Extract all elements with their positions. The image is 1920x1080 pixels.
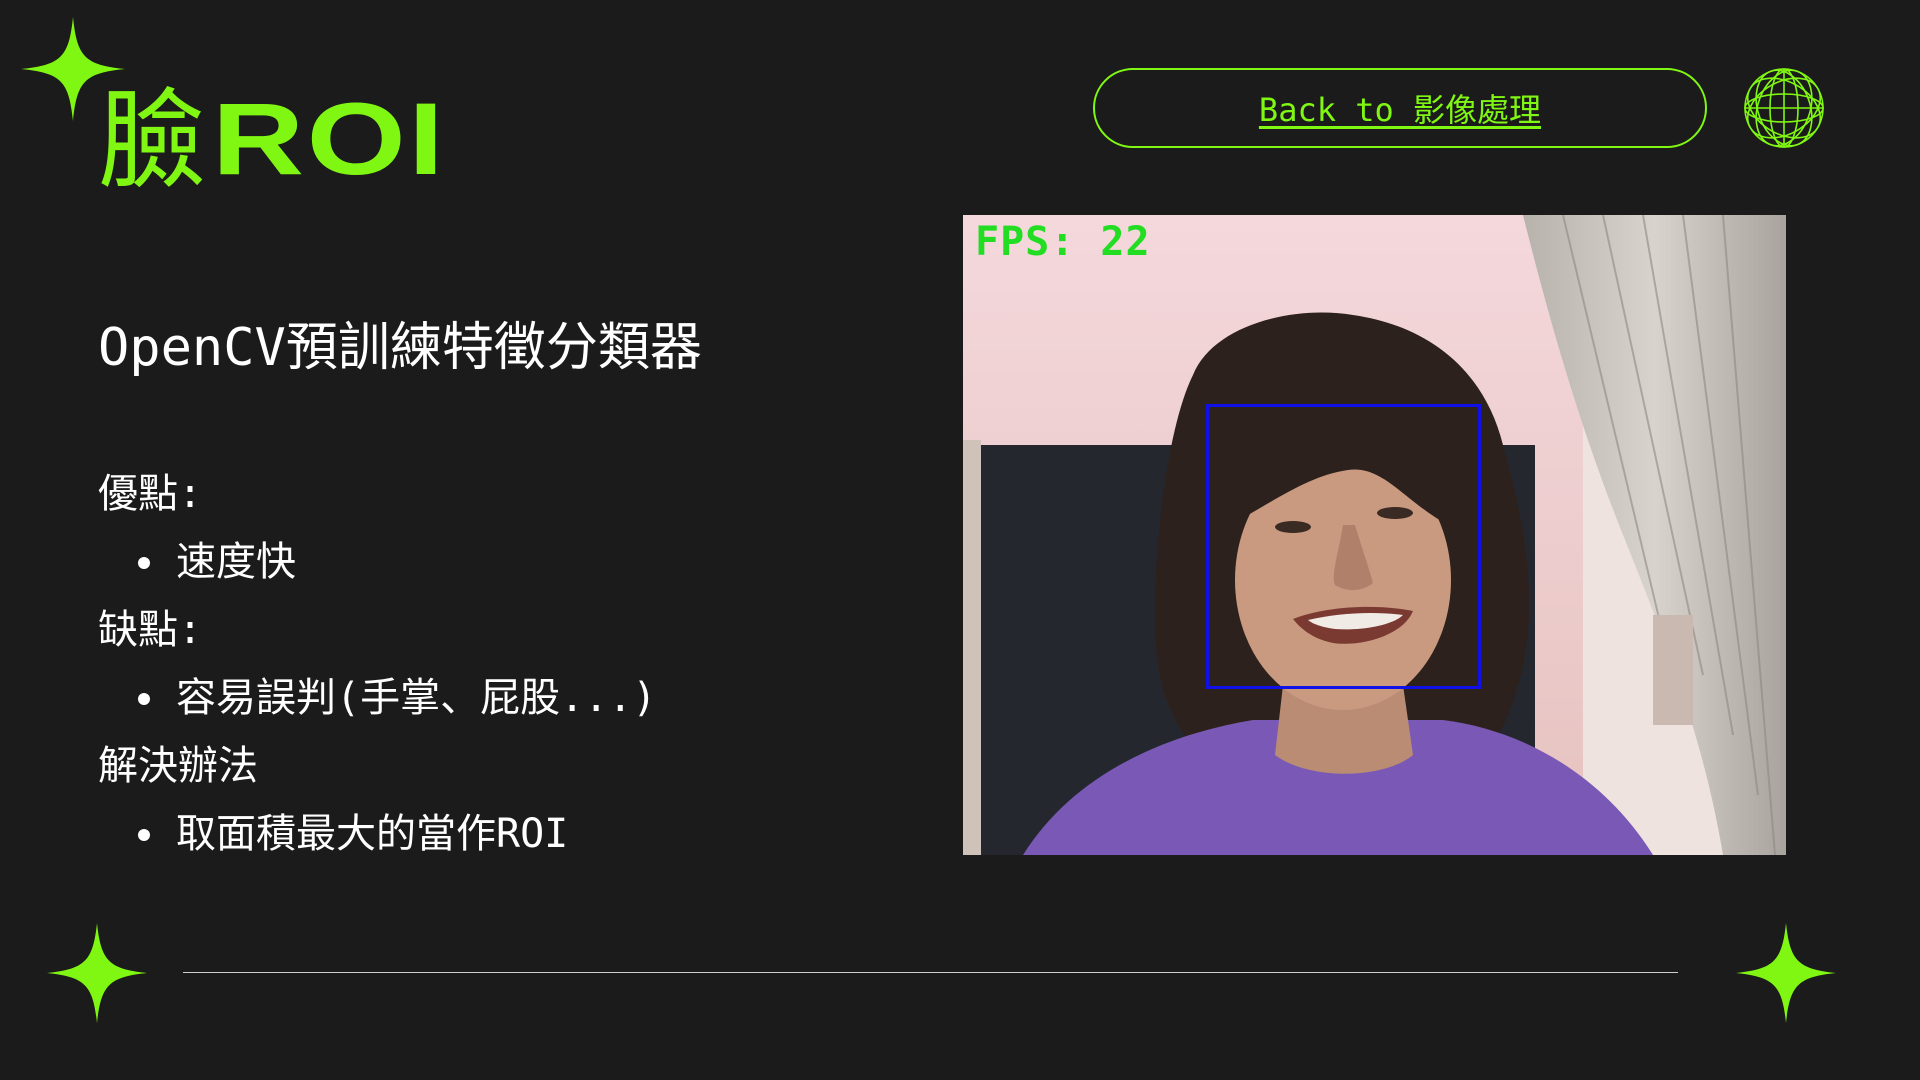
section-heading-cons: 缺點: <box>98 607 203 653</box>
sparkle-icon <box>47 923 147 1023</box>
section-heading-solution: 解決辦法 <box>98 743 258 789</box>
section-heading-pros: 優點: <box>98 471 203 517</box>
webcam-frame: FPS: 22 <box>963 215 1786 855</box>
page-title-cjk: 臉 <box>98 79 207 204</box>
globe-icon <box>1744 68 1824 148</box>
content-list: 優點: 速度快 缺點: 容易誤判(手掌、屁股...) 解決辦法 取面積最大的當作… <box>98 460 656 868</box>
page-title-latin: ROI <box>212 82 447 196</box>
fps-readout: FPS: 22 <box>975 219 1151 265</box>
list-item: 速度快 <box>98 528 656 596</box>
list-item: 取面積最大的當作ROI <box>98 800 656 868</box>
back-to-image-processing-button[interactable]: Back to 影像處理 <box>1093 68 1707 148</box>
subtitle: OpenCV預訓練特徵分類器 <box>98 318 702 378</box>
sparkle-icon <box>1736 923 1836 1023</box>
page-title: 臉 ROI <box>98 79 444 204</box>
face-detection-box <box>1206 404 1481 689</box>
back-button-label[interactable]: Back to 影像處理 <box>1259 85 1541 131</box>
bottom-divider <box>183 972 1678 973</box>
list-item: 容易誤判(手掌、屁股...) <box>98 664 656 732</box>
